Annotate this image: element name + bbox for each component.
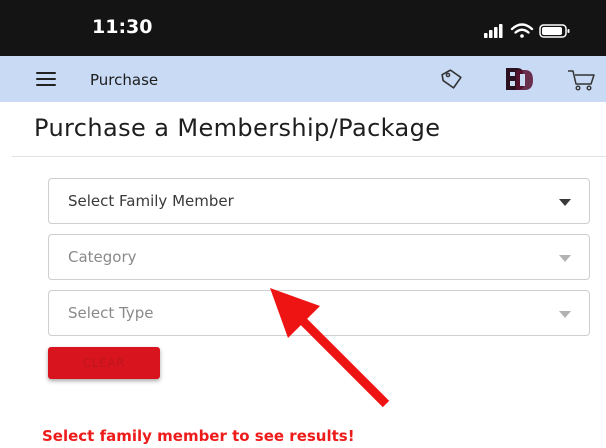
signal-icon: [484, 24, 503, 38]
family-member-select[interactable]: Select Family Member: [48, 178, 590, 224]
wifi-icon: [510, 23, 534, 38]
hamburger-menu-icon[interactable]: [36, 72, 56, 87]
caret-down-icon: [559, 255, 571, 262]
category-select-label: Category: [68, 248, 137, 266]
status-bar: 11:30: [0, 0, 606, 56]
type-select-label: Select Type: [68, 304, 154, 322]
app-bar: Purchase: [0, 56, 606, 102]
battery-icon: [539, 24, 570, 38]
family-member-select-label: Select Family Member: [68, 192, 234, 210]
divider: [12, 156, 606, 157]
caret-down-icon: [559, 311, 571, 318]
page-title: Purchase a Membership/Package: [34, 114, 441, 142]
status-icons: [484, 23, 570, 38]
arrow-annotation: [270, 288, 390, 408]
caret-down-icon: [559, 199, 571, 206]
brand-logo: [506, 68, 533, 90]
tag-icon[interactable]: [440, 67, 464, 91]
cart-icon[interactable]: [567, 68, 597, 92]
status-time: 11:30: [92, 16, 153, 38]
app-bar-title: Purchase: [90, 71, 159, 89]
helper-message: Select family member to see results!: [42, 427, 355, 445]
clear-button[interactable]: CLEAR: [48, 347, 160, 379]
category-select[interactable]: Category: [48, 234, 590, 280]
